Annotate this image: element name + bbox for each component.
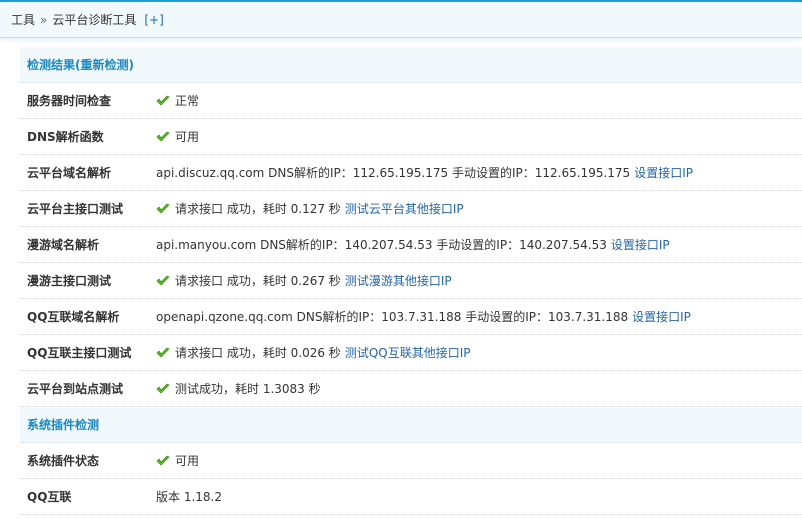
row-value-text: 请求接口 成功，耗时 0.026 秒	[175, 346, 341, 360]
diagnostic-table: 检测结果(重新检测) 服务器时间检查 正常 DNS解析函数 可用 云平台域名解析 api.d…	[20, 47, 802, 515]
breadcrumb: 工具 » 云平台诊断工具 [+]	[0, 2, 802, 38]
row-action-link[interactable]: 设置接口IP	[611, 236, 670, 253]
row-label: 云平台域名解析	[27, 166, 112, 180]
check-icon	[156, 131, 170, 143]
row-value: 可用	[156, 128, 199, 145]
row-value-text: 请求接口 成功，耗时 0.127 秒	[175, 202, 341, 216]
row-action-link[interactable]: 测试漫游其他接口IP	[345, 272, 452, 289]
row-label: 云平台到站点测试	[27, 382, 124, 396]
table-row: 云平台主接口测试 请求接口 成功，耗时 0.127 秒测试云平台其他接口IP	[20, 191, 802, 227]
row-value-text: 可用	[175, 454, 200, 468]
row-value-text: 请求接口 成功，耗时 0.267 秒	[175, 274, 341, 288]
row-label: DNS解析函数	[27, 130, 104, 144]
table-row: 漫游域名解析 api.manyou.com DNS解析的IP：140.207.54…	[20, 227, 802, 263]
row-label: QQ互联主接口测试	[27, 346, 132, 360]
row-value: 正常	[156, 92, 199, 109]
check-icon	[156, 275, 170, 287]
row-label: QQ互联域名解析	[27, 310, 120, 324]
row-value: openapi.qzone.qq.com DNS解析的IP：103.7.31.1…	[156, 308, 691, 325]
row-value: api.manyou.com DNS解析的IP：140.207.54.53 手动…	[156, 236, 670, 253]
check-icon	[156, 383, 170, 395]
table-row: 云平台域名解析 api.discuz.qq.com DNS解析的IP：112.65…	[20, 155, 802, 191]
table-row: 云平台到站点测试 测试成功，耗时 1.3083 秒	[20, 371, 802, 407]
breadcrumb-root[interactable]: 工具	[11, 11, 35, 28]
row-label: 漫游域名解析	[27, 238, 100, 252]
breadcrumb-current: 云平台诊断工具	[52, 13, 137, 27]
table-row: DNS解析函数 可用	[20, 119, 802, 155]
table-row: QQ互联域名解析 openapi.qzone.qq.com DNS解析的IP：10…	[20, 299, 802, 335]
row-value-text: api.discuz.qq.com DNS解析的IP：112.65.195.17…	[156, 166, 631, 180]
row-value: 请求接口 成功，耗时 0.026 秒测试QQ互联其他接口IP	[156, 344, 470, 361]
table-row: QQ互联 版本 1.18.2	[20, 479, 802, 515]
row-label: 系统插件状态	[27, 454, 100, 468]
row-value: api.discuz.qq.com DNS解析的IP：112.65.195.17…	[156, 164, 693, 181]
row-value-text: 测试成功，耗时 1.3083 秒	[175, 382, 321, 396]
row-value-text: openapi.qzone.qq.com DNS解析的IP：103.7.31.1…	[156, 310, 629, 324]
row-value: 请求接口 成功，耗时 0.127 秒测试云平台其他接口IP	[156, 200, 464, 217]
row-value-text: api.manyou.com DNS解析的IP：140.207.54.53 手动…	[156, 238, 607, 252]
row-value: 可用	[156, 452, 199, 469]
row-label: 服务器时间检查	[27, 94, 112, 108]
row-action-link[interactable]: 测试云平台其他接口IP	[345, 200, 464, 217]
row-action-link[interactable]: 设置接口IP	[632, 308, 691, 325]
table-row: 系统插件状态 可用	[20, 443, 802, 479]
table-row: 服务器时间检查 正常	[20, 83, 802, 119]
section-header[interactable]: 检测结果(重新检测)	[20, 47, 802, 83]
breadcrumb-separator: »	[40, 12, 48, 27]
row-action-link[interactable]: 测试QQ互联其他接口IP	[345, 344, 471, 361]
row-value: 测试成功，耗时 1.3083 秒	[156, 380, 321, 397]
table-row: 漫游主接口测试 请求接口 成功，耗时 0.267 秒测试漫游其他接口IP	[20, 263, 802, 299]
row-label: 云平台主接口测试	[27, 202, 124, 216]
check-icon	[156, 203, 170, 215]
row-label: QQ互联	[27, 490, 72, 504]
row-action-link[interactable]: 设置接口IP	[634, 164, 693, 181]
row-value-text: 正常	[175, 94, 200, 108]
check-icon	[156, 455, 170, 467]
table-row: QQ互联主接口测试 请求接口 成功，耗时 0.026 秒测试QQ互联其他接口IP	[20, 335, 802, 371]
check-icon	[156, 347, 170, 359]
check-icon	[156, 95, 170, 107]
row-value: 请求接口 成功，耗时 0.267 秒测试漫游其他接口IP	[156, 272, 452, 289]
row-value: 版本 1.18.2	[156, 488, 222, 505]
section-header: 系统插件检测	[20, 407, 802, 443]
row-value-text: 可用	[175, 130, 200, 144]
row-value-text: 版本 1.18.2	[156, 490, 222, 504]
row-label: 漫游主接口测试	[27, 274, 112, 288]
add-shortcut-link[interactable]: [+]	[144, 13, 163, 27]
